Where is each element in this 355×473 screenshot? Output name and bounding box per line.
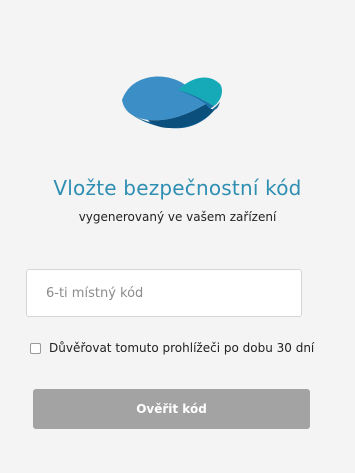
verify-code-button[interactable]: Ověřit kód (33, 389, 310, 429)
verification-page: Vložte bezpečnostní kód vygenerovaný ve … (0, 0, 355, 473)
security-code-input[interactable] (26, 269, 302, 317)
trust-browser-row[interactable]: Důvěřovat tomuto prohlížeči po dobu 30 d… (30, 340, 314, 356)
page-subtitle: vygenerovaný ve vašem zařízení (78, 210, 277, 224)
page-title: Vložte bezpečnostní kód (53, 176, 302, 200)
trust-browser-checkbox[interactable] (30, 342, 41, 354)
wave-logo-icon (120, 76, 222, 129)
trust-browser-label: Důvěřovat tomuto prohlížeči po dobu 30 d… (49, 341, 315, 355)
